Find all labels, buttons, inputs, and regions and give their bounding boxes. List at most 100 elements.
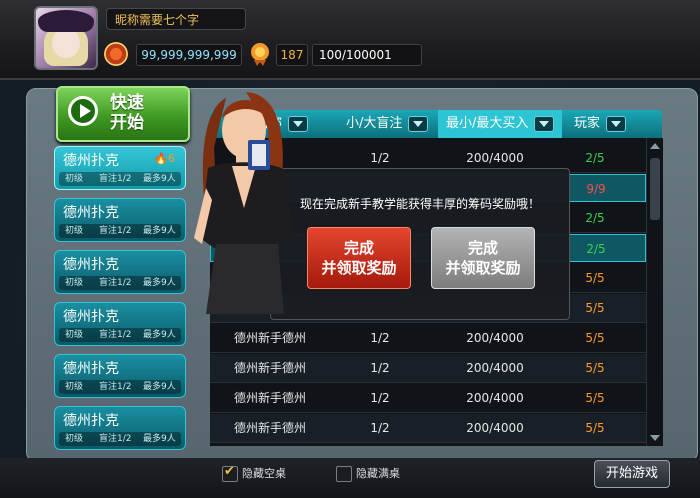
room-blind: 盲注1/2 [99,278,132,288]
room-max: 最多9人 [143,330,176,340]
complete-claim-button[interactable]: 完成 并领取奖励 [307,227,411,289]
room-tier: 初级 [65,278,84,288]
cell-players: 2/5 [585,211,605,225]
cell-name: 德州新手德州 [233,361,306,375]
room-name: 德州扑克 [63,153,119,169]
room-blind: 盲注1/2 [99,174,132,184]
room-max: 最多9人 [143,434,176,444]
dealer-character [194,92,294,314]
exp-text: 100/100001 [319,48,392,62]
avatar-hat [38,10,94,32]
room-fire-count: 6 [168,152,175,165]
cell-players: 5/5 [585,421,605,435]
hide-full-checkbox[interactable] [336,466,352,482]
fire-icon: 🔥6 [154,152,175,165]
table-row[interactable]: 德州新手德州 1/2 200/4000 5/5 [210,324,646,353]
complete-claim-disabled-button[interactable]: 完成 并领取奖励 [431,227,535,289]
scroll-thumb[interactable] [650,158,660,220]
col-players-label: 玩家 [574,116,601,131]
cell-players: 5/5 [585,301,605,315]
table-row[interactable]: 德州新手德州 1/2 200/4000 5/5 [210,354,646,383]
play-icon [68,96,98,126]
start-game-button[interactable]: 开始游戏 [594,460,670,488]
coin-balance: 99,999,999,999 [136,44,242,66]
room-info: 初级 盲注1/2 最多9人 [59,224,181,238]
avatar-face [52,28,80,58]
complete-claim-line1: 完成 [343,239,374,257]
top-bar: 昵称需要七个字 99,999,999,999 187 100/100001 [0,0,700,80]
room-blind: 盲注1/2 [99,382,132,392]
table-row[interactable]: 德州新手德州 1/2 200/4000 5/5 [210,384,646,413]
cell-blinds: 1/2 [370,331,390,345]
cell-players: 2/5 [586,242,606,256]
room-blind: 盲注1/2 [99,434,132,444]
col-blinds-label: 小/大盲注 [346,116,403,131]
col-buyin-header[interactable]: 最小/最大买入 [438,110,563,138]
cell-buyin: 200/4000 [466,331,524,345]
scroll-down-icon[interactable] [649,432,661,444]
cell-blinds: 1/2 [370,391,390,405]
room-tier: 初级 [65,434,84,444]
quick-start-label-line1: 快速 [110,93,144,113]
tutorial-dialog: 现在完成新手教学能获得丰厚的筹码奖励哦！ 完成 并领取奖励 完成 并领取奖励 [270,168,570,320]
room-tier: 初级 [65,174,84,184]
quick-start-button[interactable]: 快速 开始 [56,86,190,142]
cell-blinds: 1/2 [370,361,390,375]
room-name: 德州扑克 [63,309,119,325]
hide-empty-label: 隐藏空桌 [242,467,286,480]
dialog-message: 现在完成新手教学能获得丰厚的筹码奖励哦！ [299,197,540,211]
quick-start-label-line2: 开始 [110,113,144,133]
quick-start-label: 快速 开始 [110,93,170,133]
cell-name: 德州新手德州 [233,421,306,435]
room-tier: 初级 [65,226,84,236]
complete-claim-line2: 并领取奖励 [321,259,397,277]
cell-players: 5/5 [585,361,605,375]
col-players-header[interactable]: 玩家 [574,110,627,138]
dropdown-icon[interactable] [534,115,555,132]
room-item[interactable]: 德州扑克 初级 盲注1/2 最多9人 [54,198,186,242]
col-blinds-header[interactable]: 小/大盲注 [346,110,429,138]
dropdown-icon[interactable] [606,115,627,132]
room-info: 初级 盲注1/2 最多9人 [59,328,181,342]
room-name: 德州扑克 [63,205,119,221]
cell-buyin: 200/4000 [466,391,524,405]
table-scrollbar[interactable] [646,138,663,446]
cell-name: 德州新手德州 [233,391,306,405]
cell-players: 9/9 [586,182,606,196]
room-tier: 初级 [65,330,84,340]
chip-icon [104,42,128,66]
room-max: 最多9人 [143,382,176,392]
col-buyin-label: 最小/最大买入 [446,116,529,131]
room-item[interactable]: 德州扑克初级 盲注1/2 最多9人 [54,406,186,450]
room-item[interactable]: 德州扑克初级 盲注1/2 最多9人 [54,302,186,346]
cell-players: 5/5 [585,271,605,285]
room-max: 最多9人 [143,174,176,184]
room-name: 德州扑克 [63,413,119,429]
medal-icon [251,43,269,66]
cell-players: 2/5 [585,151,605,165]
room-item[interactable]: 德州扑克初级 盲注1/2 最多9人 [54,250,186,294]
dropdown-icon[interactable] [408,115,429,132]
cell-players: 5/5 [585,331,605,345]
room-item[interactable]: 德州扑克 🔥6 初级 盲注1/2 最多9人 [54,146,186,190]
room-name: 德州扑克 [63,257,119,273]
exp-bar: 100/100001 [312,44,422,66]
cell-buyin: 200/4000 [466,361,524,375]
nickname-label: 昵称需要七个字 [106,8,246,30]
room-info: 初级 盲注1/2 最多9人 [59,172,181,186]
room-item[interactable]: 德州扑克 初级 盲注1/2 最多9人 [54,354,186,398]
avatar[interactable] [34,6,98,70]
table-row[interactable]: 德州新手德州 1/2 200/4000 5/5 [210,414,646,443]
complete-disabled-line2: 并领取奖励 [445,259,521,277]
hide-full-label: 隐藏满桌 [356,467,400,480]
cell-name: 德州新手德州 [233,331,306,345]
room-blind: 盲注1/2 [99,226,132,236]
cell-blinds: 1/2 [370,421,390,435]
room-tier: 初级 [65,382,84,392]
room-info: 初级 盲注1/2 最多9人 [59,380,181,394]
room-blind: 盲注1/2 [99,330,132,340]
room-max: 最多9人 [143,278,176,288]
scroll-up-icon[interactable] [649,140,661,152]
complete-disabled-line1: 完成 [467,239,498,257]
hide-empty-checkbox[interactable] [222,464,238,482]
